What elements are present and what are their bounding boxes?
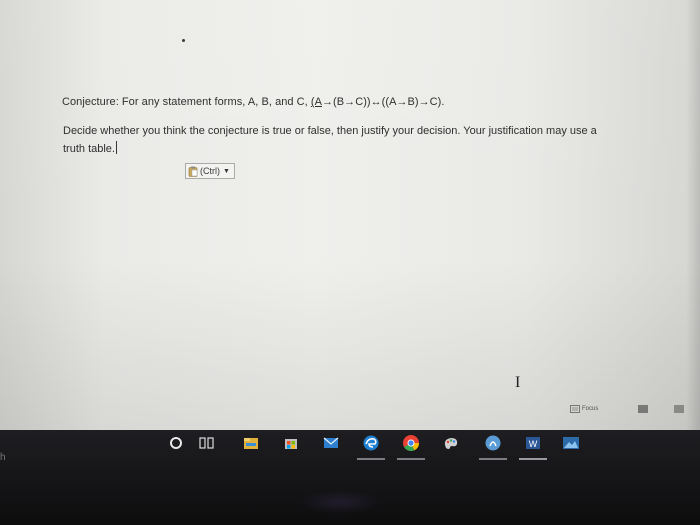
chevron-down-icon[interactable]: ▼ <box>223 168 230 175</box>
conjecture-expression: (A→(B→C))↔((A→B)→C). <box>311 96 445 108</box>
paste-options-button[interactable]: (Ctrl) ▼ <box>185 163 235 179</box>
ibeam-cursor-icon: I <box>515 374 521 391</box>
conjecture-line: Conjecture: For any statement forms, A, … <box>62 96 445 108</box>
file-explorer-icon[interactable] <box>240 432 262 454</box>
status-bar: Focus <box>570 405 700 413</box>
task-view-icon[interactable] <box>196 432 218 454</box>
paint-icon[interactable] <box>440 432 462 454</box>
expression-rest: →(B→C))↔((A→B)→C). <box>322 96 445 108</box>
expression-underlined: (A <box>310 96 322 108</box>
conjecture-intro: Conjecture: For any statement forms, A, … <box>62 96 311 108</box>
word-icon[interactable]: W <box>519 432 547 460</box>
page-edge-shadow <box>686 0 700 430</box>
cortana-icon[interactable] <box>165 432 187 454</box>
instructions-text: Decide whether you think the conjecture … <box>63 125 597 155</box>
taskbar-search-hint[interactable]: h <box>0 452 6 463</box>
photos-icon[interactable] <box>560 432 582 454</box>
mail-icon[interactable] <box>320 432 342 454</box>
chrome-icon[interactable] <box>397 432 425 460</box>
app-icon[interactable] <box>479 432 507 460</box>
screen-reflection <box>300 490 380 514</box>
focus-icon <box>570 405 580 413</box>
print-layout-icon[interactable] <box>674 405 685 413</box>
read-mode-icon[interactable] <box>638 405 649 413</box>
store-icon[interactable] <box>280 432 302 454</box>
text-cursor <box>115 141 118 154</box>
clipboard-icon <box>188 166 198 177</box>
edge-icon[interactable] <box>357 432 385 460</box>
taskbar-icons: W <box>160 432 600 464</box>
svg-text:W: W <box>529 439 538 449</box>
document-page[interactable]: Conjecture: For any statement forms, A, … <box>0 0 700 430</box>
focus-mode-button[interactable]: Focus <box>570 405 598 413</box>
focus-label: Focus <box>582 406 599 412</box>
stray-mark <box>182 39 185 42</box>
screen: Conjecture: For any statement forms, A, … <box>0 0 700 525</box>
paste-options-label: (Ctrl) <box>200 166 220 176</box>
instructions-paragraph: Decide whether you think the conjecture … <box>63 122 603 158</box>
